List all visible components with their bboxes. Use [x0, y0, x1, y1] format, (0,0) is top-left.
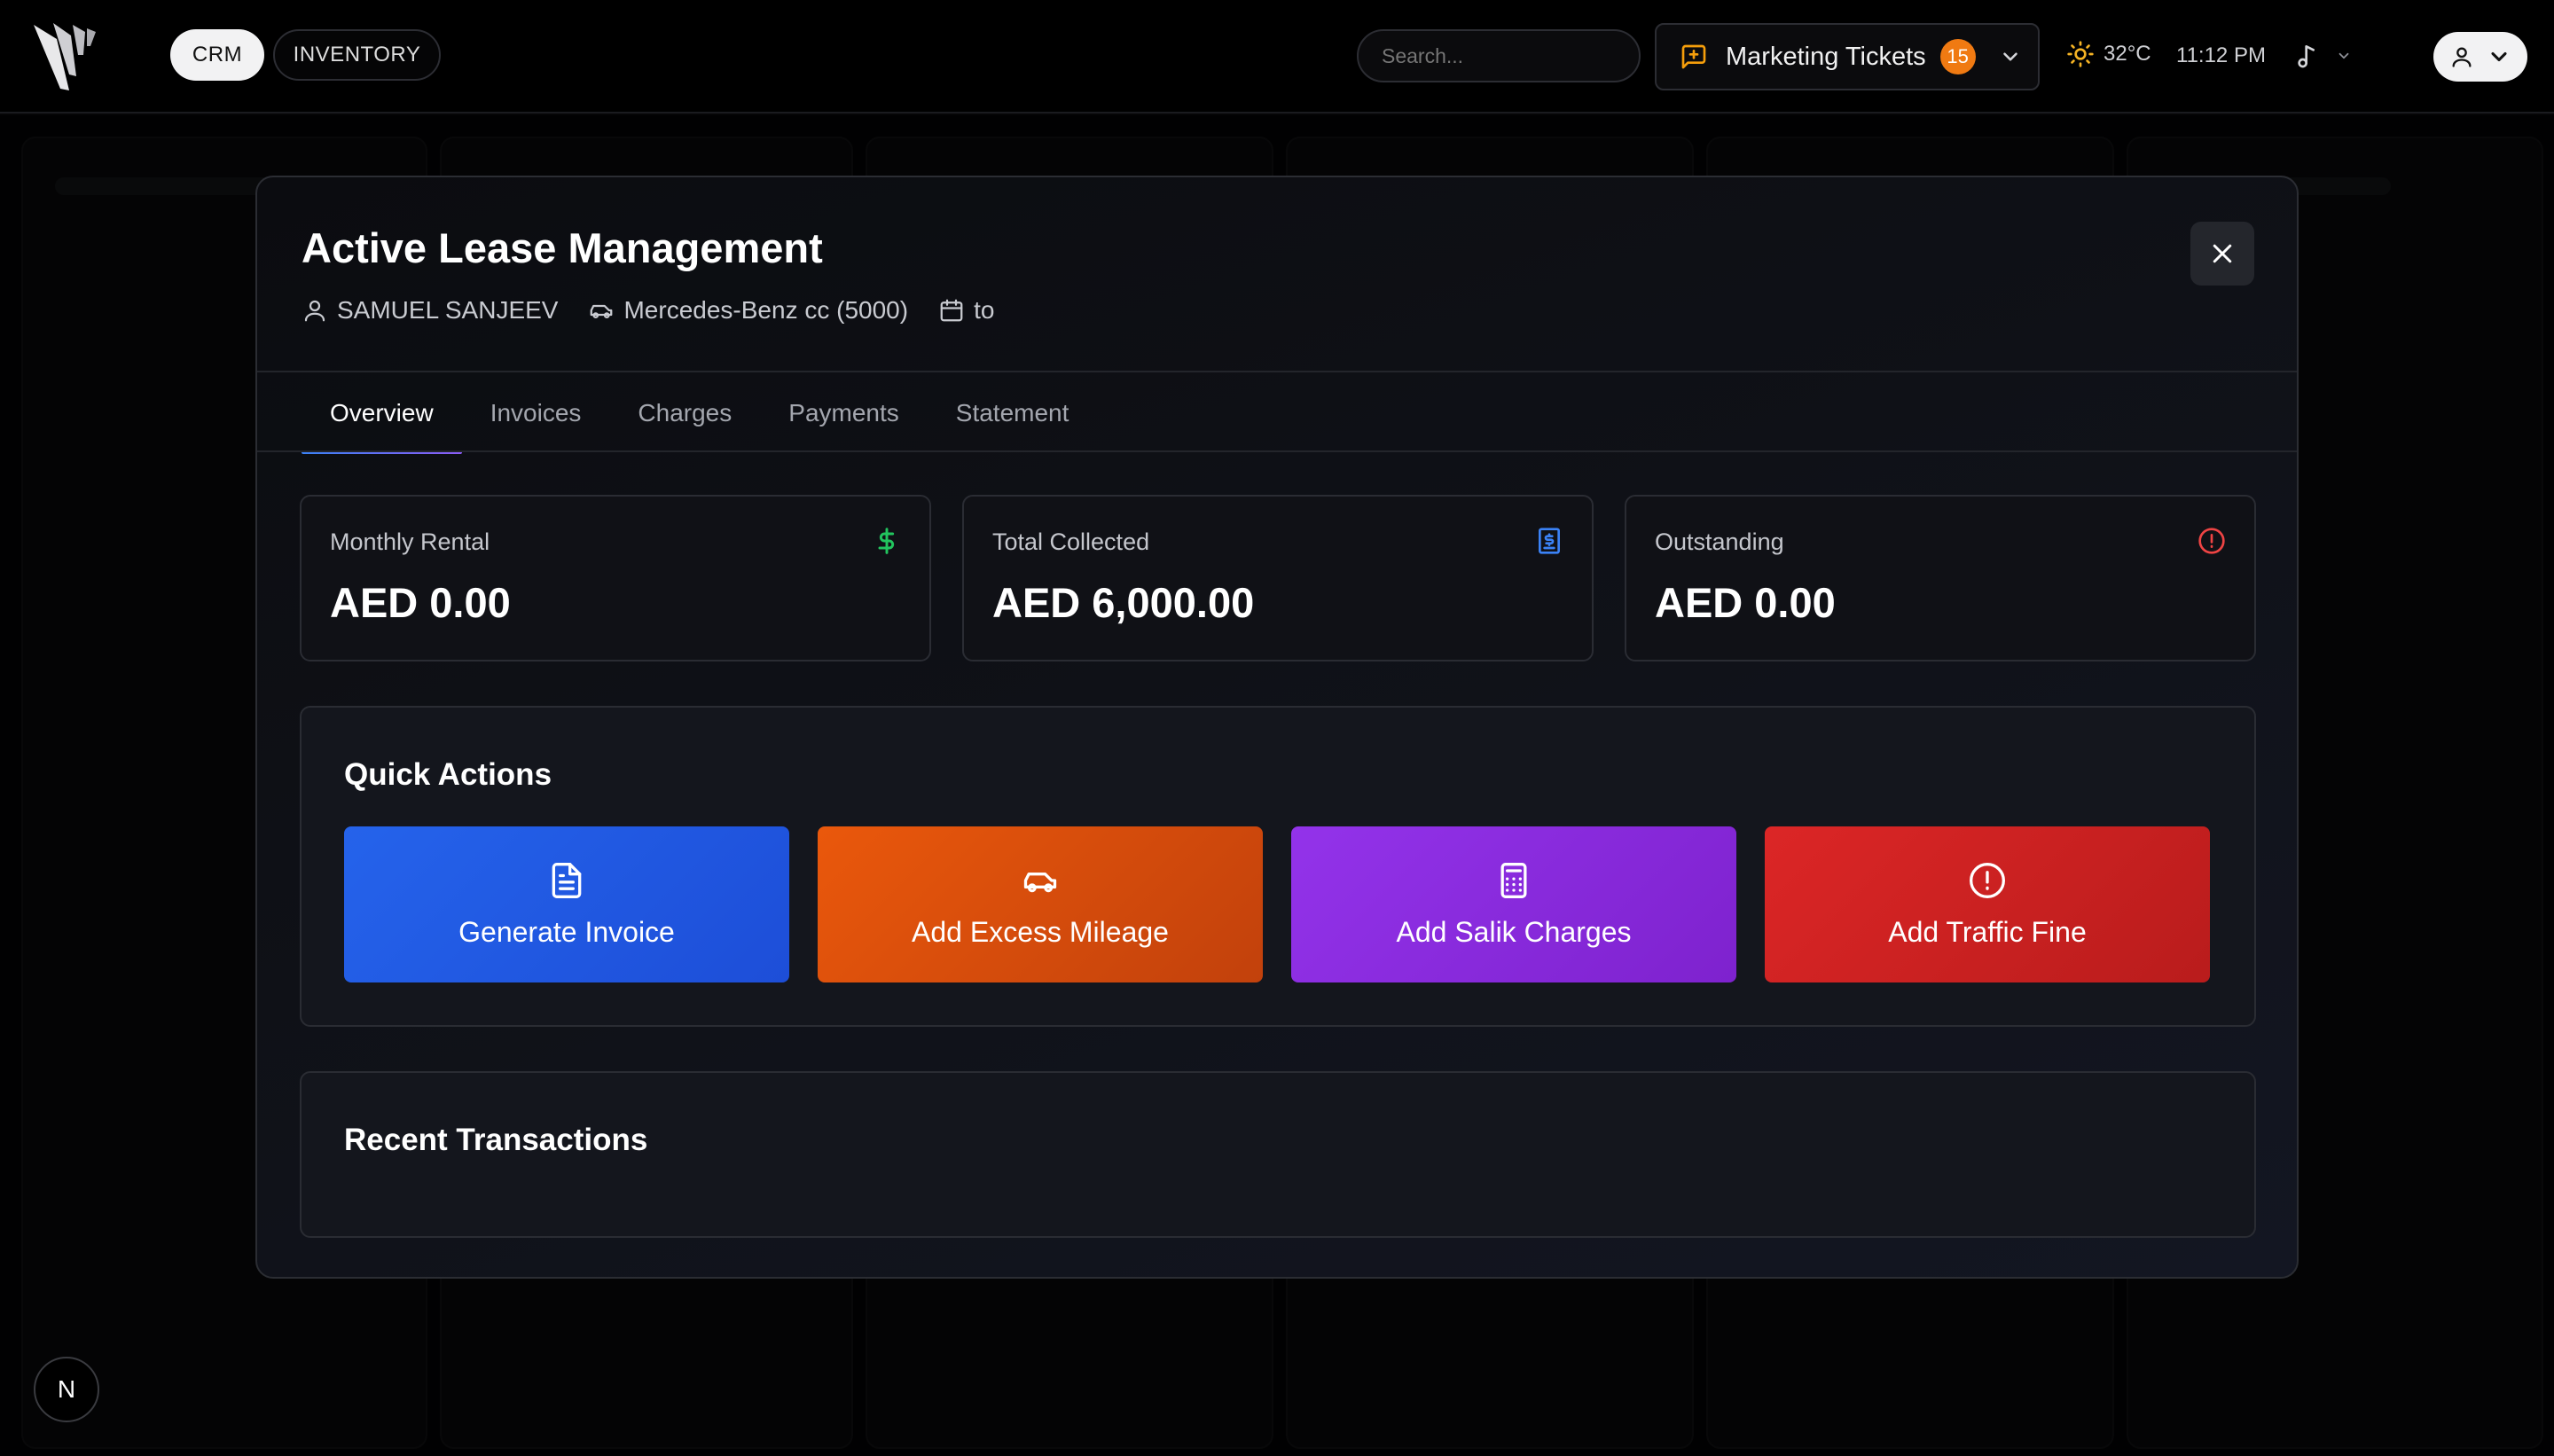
stat-label: Outstanding	[1655, 528, 1784, 555]
action-label: Add Traffic Fine	[1888, 915, 2087, 948]
action-label: Add Salik Charges	[1396, 915, 1632, 948]
stat-value: AED 0.00	[1655, 579, 1836, 626]
tab-charges[interactable]: Charges	[609, 374, 760, 452]
modal-tabs: Overview Invoices Charges Payments State…	[302, 374, 1098, 454]
stat-label: Total Collected	[992, 528, 1150, 555]
tabs-divider	[257, 450, 2297, 452]
crm-tab[interactable]: CRM	[170, 29, 264, 81]
tab-invoices[interactable]: Invoices	[462, 374, 610, 452]
tickets-count-badge: 15	[1939, 39, 1976, 74]
user-icon	[304, 300, 325, 322]
chevron-down-icon	[2491, 51, 2507, 62]
vehicle-info: Mercedes-Benz cc (5000)	[588, 296, 908, 325]
stat-card-total-collected: Total Collected AED 6,000.00	[962, 495, 1594, 661]
customer-name: SAMUEL SANJEEV	[337, 296, 559, 324]
receipt-icon	[1539, 528, 1560, 554]
inventory-tab[interactable]: INVENTORY	[273, 29, 441, 81]
dollar-icon	[878, 528, 895, 554]
alert-circle-icon	[2198, 528, 2225, 554]
brand-logo-icon[interactable]	[30, 20, 101, 94]
message-plus-icon	[1681, 44, 1706, 69]
recent-transactions-title: Recent Transactions	[344, 1123, 648, 1157]
recent-transactions-panel: Recent Transactions	[300, 1071, 2256, 1238]
user-icon	[2452, 47, 2472, 67]
lease-period-text: to	[974, 296, 995, 324]
file-text-icon	[552, 862, 582, 898]
weather-widget: 32°C	[2066, 40, 2151, 68]
clock-text: 11:12 PM	[2176, 43, 2266, 67]
stat-value: AED 6,000.00	[992, 579, 1255, 626]
lease-meta: SAMUEL SANJEEV Mercedes-Benz cc (5000) t…	[302, 296, 1024, 325]
action-label: Generate Invoice	[458, 915, 675, 948]
quick-actions-panel: Quick Actions Generate Invoice Add Exces…	[300, 706, 2256, 1027]
user-menu-button[interactable]	[2433, 32, 2527, 82]
tab-overview[interactable]: Overview	[302, 374, 462, 454]
close-icon	[2213, 244, 2232, 263]
add-traffic-fine-button[interactable]: Add Traffic Fine	[1765, 826, 2210, 982]
stat-card-monthly-rental: Monthly Rental AED 0.00	[300, 495, 931, 661]
add-excess-mileage-button[interactable]: Add Excess Mileage	[818, 826, 1263, 982]
marketing-tickets-label: Marketing Tickets	[1726, 42, 1926, 71]
sun-icon	[2067, 41, 2094, 67]
stat-value: AED 0.00	[330, 579, 511, 626]
vehicle-name: Mercedes-Benz cc (5000)	[623, 296, 909, 324]
close-button[interactable]	[2190, 222, 2254, 286]
music-note-icon[interactable]	[2293, 41, 2322, 71]
marketing-tickets-dropdown[interactable]: Marketing Tickets 15	[1655, 23, 2040, 90]
lease-management-modal: Active Lease Management SAMUEL SANJEEV M…	[255, 176, 2299, 1279]
modal-header: Active Lease Management SAMUEL SANJEEV M…	[257, 177, 2297, 372]
search-input[interactable]	[1357, 29, 1641, 82]
car-icon	[1023, 872, 1057, 892]
chevron-down-icon	[2002, 52, 2017, 61]
lease-period: to	[938, 296, 994, 325]
car-icon	[591, 304, 613, 318]
stat-label: Monthly Rental	[330, 528, 490, 555]
chevron-down-icon[interactable]	[2336, 48, 2352, 64]
dev-indicator-button[interactable]: N	[34, 1357, 99, 1422]
temperature-text: 32°C	[2104, 42, 2151, 66]
quick-actions-title: Quick Actions	[344, 757, 552, 792]
tab-payments[interactable]: Payments	[760, 374, 928, 452]
calculator-icon	[1500, 862, 1527, 898]
tab-statement[interactable]: Statement	[928, 374, 1098, 452]
add-salik-charges-button[interactable]: Add Salik Charges	[1291, 826, 1736, 982]
top-navbar: CRM INVENTORY Marketing Tickets 15 32°C …	[0, 0, 2554, 114]
modal-title: Active Lease Management	[302, 224, 823, 271]
calendar-icon	[940, 299, 963, 322]
action-label: Add Excess Mileage	[912, 915, 1169, 948]
customer-info: SAMUEL SANJEEV	[302, 296, 558, 325]
generate-invoice-button[interactable]: Generate Invoice	[344, 826, 789, 982]
stat-card-outstanding: Outstanding AED 0.00	[1625, 495, 2256, 661]
alert-circle-icon	[1970, 862, 2005, 898]
